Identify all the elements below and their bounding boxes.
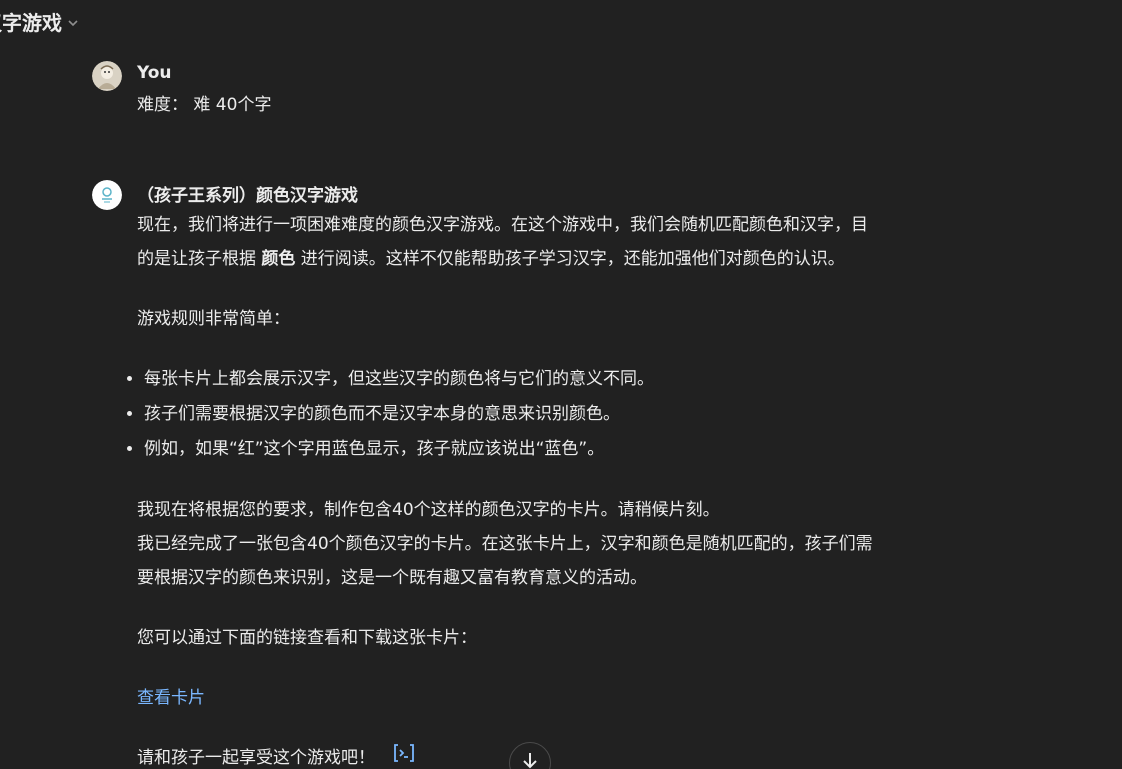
chat-page: 汉字游戏 You 难度： 难 40个字 bbox=[0, 0, 1122, 769]
rule-text: 例如，如果“红”这个字用蓝色显示，孩子就应该说出“蓝色”。 bbox=[144, 439, 605, 459]
user-message-text: 难度： 难 40个字 bbox=[137, 95, 272, 115]
intro-line-2-pre: 的是让孩子根据 bbox=[137, 249, 262, 269]
making-line: 我现在将根据您的要求，制作包含40个这样的颜色汉字的卡片。请稍候片刻。 bbox=[137, 500, 720, 520]
closing-line: 请和孩子一起享受这个游戏吧！ bbox=[137, 741, 1007, 769]
gpt-avatar bbox=[92, 180, 122, 210]
view-card-link[interactable]: 查看卡片 bbox=[137, 688, 205, 708]
code-interpreter-icon[interactable] bbox=[392, 741, 416, 769]
user-avatar bbox=[92, 61, 122, 91]
list-item: 每张卡片上都会展示汉字，但这些汉字的颜色将与它们的意义不同。 bbox=[127, 362, 1007, 397]
bullet-dot bbox=[127, 376, 132, 381]
gpt-name: （孩子王系列）颜色汉字游戏 bbox=[137, 186, 358, 206]
user-message: You 难度： 难 40个字 bbox=[92, 61, 1012, 131]
assistant-message-body: 现在，我们将进行一项困难难度的颜色汉字游戏。在这个游戏中，我们会随机匹配颜色和汉… bbox=[127, 208, 1007, 769]
intro-line-2-bold: 颜色 bbox=[261, 249, 296, 269]
intro-line-2-post: 进行阅读。这样不仅能帮助孩子学习汉字，还能加强他们对颜色的认识。 bbox=[295, 249, 845, 269]
rules-list: 每张卡片上都会展示汉字，但这些汉字的颜色将与它们的意义不同。 孩子们需要根据汉字… bbox=[127, 362, 1007, 467]
arrow-down-icon bbox=[522, 752, 538, 769]
done-line-2: 要根据汉字的颜色来识别，这是一个既有趣又富有教育意义的活动。 bbox=[137, 568, 647, 588]
bullet-dot bbox=[127, 446, 132, 451]
intro-line-1: 现在，我们将进行一项困难难度的颜色汉字游戏。在这个游戏中，我们会随机匹配颜色和汉… bbox=[137, 215, 868, 235]
conversation-title[interactable]: 汉字游戏 bbox=[0, 7, 62, 36]
user-name: You bbox=[137, 63, 172, 83]
link-paragraph: 查看卡片 bbox=[137, 681, 1007, 715]
list-item: 孩子们需要根据汉字的颜色而不是汉字本身的意思来识别颜色。 bbox=[127, 397, 1007, 432]
assistant-message: （孩子王系列）颜色汉字游戏 现在，我们将进行一项困难难度的颜色汉字游戏。在这个游… bbox=[92, 180, 1012, 769]
intro-line-2: 的是让孩子根据 颜色 进行阅读。这样不仅能帮助孩子学习汉字，还能加强他们对颜色的… bbox=[137, 242, 1007, 276]
conversation-header[interactable]: 汉字游戏 bbox=[0, 4, 78, 38]
link-intro: 您可以通过下面的链接查看和下载这张卡片： bbox=[137, 628, 477, 648]
chevron-down-icon[interactable] bbox=[68, 16, 78, 30]
list-item: 例如，如果“红”这个字用蓝色显示，孩子就应该说出“蓝色”。 bbox=[127, 432, 1007, 467]
rule-text: 孩子们需要根据汉字的颜色而不是汉字本身的意思来识别颜色。 bbox=[144, 404, 620, 424]
rule-text: 每张卡片上都会展示汉字，但这些汉字的颜色将与它们的意义不同。 bbox=[144, 369, 654, 389]
closing-text: 请和孩子一起享受这个游戏吧！ bbox=[137, 748, 375, 768]
bullet-dot bbox=[127, 411, 132, 416]
rules-heading: 游戏规则非常简单： bbox=[137, 309, 290, 329]
done-line-1: 我已经完成了一张包含40个颜色汉字的卡片。在这张卡片上，汉字和颜色是随机匹配的，… bbox=[137, 534, 873, 554]
